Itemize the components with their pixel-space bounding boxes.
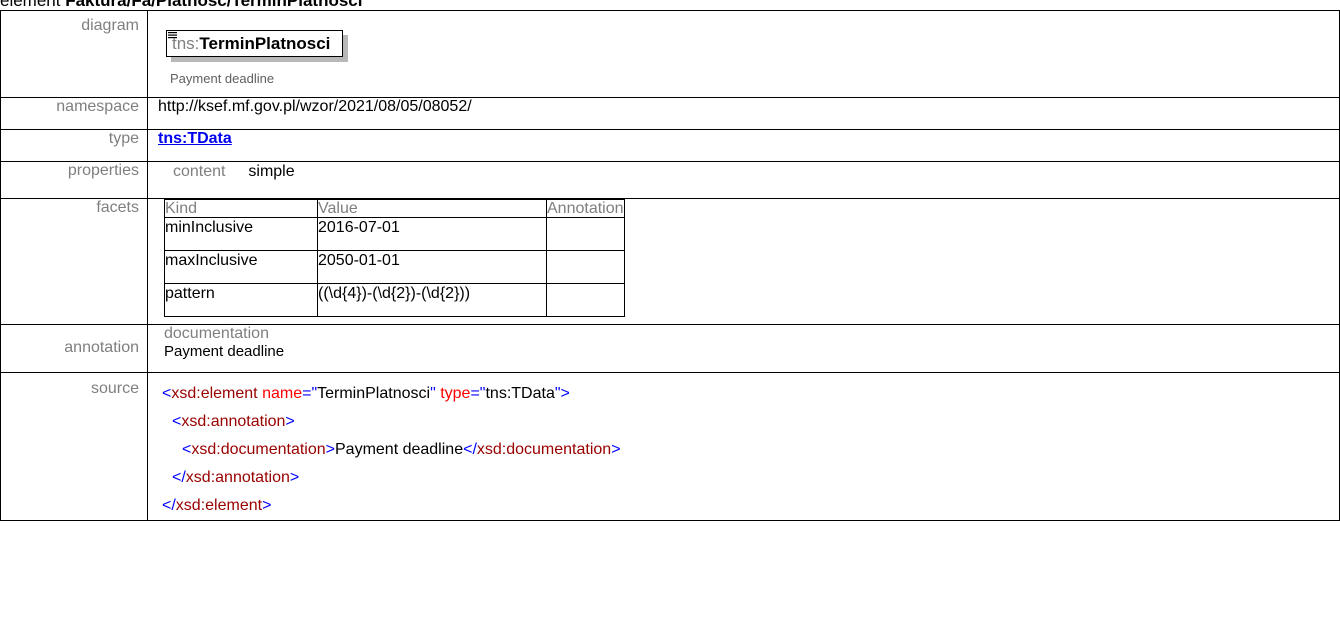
source-line: </xsd:element> (162, 497, 272, 514)
facets-row: facets Kind Value Annotation minInclusiv… (0, 198, 1340, 325)
facets-header-row: Kind Value Annotation (164, 199, 625, 218)
diagram-label: diagram (0, 10, 148, 98)
source-line: <xsd:documentation>Payment deadline</xsd… (182, 441, 621, 458)
source-line: </xsd:annotation> (172, 469, 300, 486)
namespace-label: namespace (0, 97, 148, 130)
facets-label: facets (0, 198, 148, 325)
element-node-name: TerminPlatnosci (199, 34, 331, 53)
annotation-doc-text: Payment deadline (164, 343, 285, 360)
facet-value: 2050-01-01 (317, 250, 547, 284)
diagram-cell: tns:TerminPlatnosci Payment deadline (147, 10, 1340, 98)
facet-annotation (546, 250, 625, 284)
facet-value: 2016-07-01 (317, 217, 547, 251)
properties-cell: content simple (147, 161, 1340, 199)
facet-kind: pattern (164, 283, 318, 317)
element-diagram: tns:TerminPlatnosci Payment deadline (166, 30, 1339, 86)
type-link[interactable]: tns:TData (158, 130, 232, 147)
property-key: content (173, 163, 226, 180)
facet-row: pattern ((\d{4})-(\d{2})-(\d{2})) (164, 283, 625, 317)
facets-header-annotation: Annotation (546, 199, 625, 218)
facet-kind: minInclusive (164, 217, 318, 251)
source-code: <xsd:element name="TerminPlatnosci" type… (147, 372, 1340, 521)
heading-prefix: element (0, 0, 66, 10)
property-value: simple (248, 163, 295, 180)
element-lines-icon (168, 32, 177, 39)
heading-path: Faktura/Fa/Platnosc/TerminPlatnosci (65, 0, 363, 10)
facet-kind: maxInclusive (164, 250, 318, 284)
facet-row: minInclusive 2016-07-01 (164, 217, 625, 251)
facet-annotation (546, 217, 625, 251)
source-row: source <xsd:element name="TerminPlatnosc… (0, 372, 1340, 521)
namespace-value: http://ksef.mf.gov.pl/wzor/2021/08/05/08… (147, 97, 1340, 130)
annotation-doc-label: documentation (164, 325, 269, 342)
facets-cell: Kind Value Annotation minInclusive 2016-… (147, 198, 1340, 325)
source-line: <xsd:annotation> (172, 413, 295, 430)
diagram-row: diagram tns:TerminPlatnosci Payment dead… (0, 10, 1340, 98)
source-label: source (0, 372, 148, 521)
facets-header-value: Value (317, 199, 547, 218)
facet-row: maxInclusive 2050-01-01 (164, 250, 625, 284)
facet-annotation (546, 283, 625, 317)
source-line: <xsd:element name="TerminPlatnosci" type… (162, 385, 570, 402)
facet-value: ((\d{4})-(\d{2})-(\d{2})) (317, 283, 547, 317)
properties-label: properties (0, 161, 148, 199)
element-doc-table: diagram tns:TerminPlatnosci Payment dead… (0, 10, 1340, 521)
facets-header-kind: Kind (164, 199, 318, 218)
annotation-row: annotation documentation Payment deadlin… (0, 324, 1340, 373)
facets-table: Kind Value Annotation minInclusive 2016-… (164, 199, 625, 317)
type-label: type (0, 129, 148, 162)
element-node[interactable]: tns:TerminPlatnosci (166, 30, 344, 57)
namespace-row: namespace http://ksef.mf.gov.pl/wzor/202… (0, 97, 1340, 130)
properties-row: properties content simple (0, 161, 1340, 199)
annotation-cell: documentation Payment deadline (147, 324, 1340, 373)
element-node-doc: Payment deadline (170, 71, 275, 86)
type-row: type tns:TData (0, 129, 1340, 162)
type-cell: tns:TData (147, 129, 1340, 162)
annotation-label: annotation (0, 324, 148, 373)
